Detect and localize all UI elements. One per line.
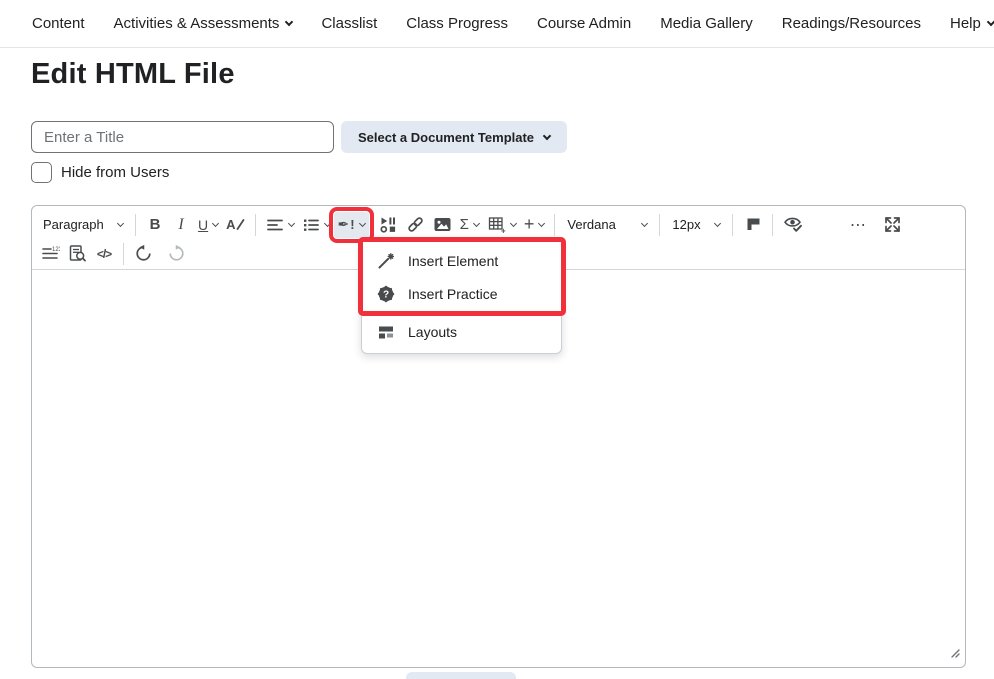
font-color-button[interactable]: A (222, 212, 248, 238)
chevron-down-icon (359, 220, 366, 227)
toolbar-divider (255, 214, 256, 236)
font-color-icon: A (226, 217, 235, 232)
insert-image-button[interactable] (429, 212, 456, 238)
insert-stuff-icon (379, 215, 398, 234)
bullet-list-icon (302, 216, 320, 234)
nav-media-gallery[interactable]: Media Gallery (660, 15, 753, 32)
image-icon (433, 215, 452, 234)
toolbar-divider (123, 243, 124, 265)
select-document-template-button[interactable]: Select a Document Template (341, 121, 567, 153)
menu-item-insert-element[interactable]: Insert Element (362, 244, 561, 277)
chevron-down-icon (212, 220, 219, 227)
insert-stuff-button[interactable] (375, 212, 402, 238)
chevron-down-icon (323, 220, 330, 227)
toolbar-divider (554, 214, 555, 236)
menu-item-layouts[interactable]: Layouts (362, 315, 561, 348)
undo-icon (134, 244, 153, 263)
toolbar-divider (659, 214, 660, 236)
html-editor: Paragraph B I U A (31, 205, 966, 668)
font-family-select[interactable]: Verdana (561, 212, 653, 238)
hide-from-users-row: Hide from Users (31, 162, 169, 183)
title-input[interactable] (31, 121, 334, 153)
word-count-icon: 123 (41, 244, 60, 263)
source-code-button[interactable]: </> (91, 241, 117, 267)
pencil-slash-icon (236, 218, 245, 231)
nav-help[interactable]: Help (950, 15, 994, 32)
toolbar-divider (732, 214, 733, 236)
hide-from-users-label: Hide from Users (61, 164, 169, 181)
redo-icon (167, 244, 186, 263)
bold-button[interactable]: B (142, 212, 168, 238)
pen-exclaim-icon: ✒! (338, 216, 355, 233)
svg-text:123: 123 (52, 247, 60, 253)
word-count-button[interactable]: 123 (37, 241, 64, 267)
nav-classlist[interactable]: Classlist (321, 15, 377, 32)
chevron-down-icon (538, 220, 545, 227)
nav-activities-assessments[interactable]: Activities & Assessments (114, 15, 293, 32)
menu-item-insert-practice[interactable]: ? Insert Practice (362, 277, 561, 310)
table-icon: + (487, 215, 506, 234)
save-button-partial[interactable] (406, 672, 516, 679)
format-painter-button[interactable] (739, 212, 766, 238)
font-size-select[interactable]: 12px (666, 212, 726, 238)
toolbar-divider (772, 214, 773, 236)
fullscreen-button[interactable] (879, 212, 906, 238)
preview-button[interactable] (64, 241, 91, 267)
italic-button[interactable]: I (168, 212, 194, 238)
redo-button[interactable] (163, 241, 190, 267)
hide-from-users-checkbox[interactable] (31, 162, 52, 183)
nav-readings-resources[interactable]: Readings/Resources (782, 15, 921, 32)
svg-text:+: + (501, 227, 506, 235)
undo-button[interactable] (130, 241, 157, 267)
document-search-icon (68, 244, 87, 263)
page-title: Edit HTML File (31, 58, 235, 91)
fullscreen-expand-icon (883, 215, 902, 234)
chevron-down-icon (510, 220, 517, 227)
underline-button[interactable]: U (194, 212, 222, 238)
course-navbar: Content Activities & Assessments Classli… (0, 0, 994, 48)
more-actions-button[interactable]: ⋯ (845, 212, 871, 238)
insert-options-button[interactable]: ✒! (334, 212, 369, 238)
accessibility-check-icon (783, 215, 803, 234)
format-painter-icon (743, 215, 762, 234)
magic-wand-icon (377, 252, 395, 270)
chevron-down-icon (473, 220, 480, 227)
chevron-down-icon (287, 220, 294, 227)
toolbar-divider (135, 214, 136, 236)
svg-text:?: ? (383, 289, 389, 300)
insert-options-menu: Insert Element ? Insert Practice (361, 238, 562, 354)
link-icon (406, 215, 425, 234)
menu-separator (362, 312, 561, 313)
insert-equation-button[interactable]: Σ (456, 212, 483, 238)
list-button[interactable] (298, 212, 334, 238)
chevron-down-icon (543, 131, 551, 139)
alignment-button[interactable] (262, 212, 298, 238)
nav-course-admin[interactable]: Course Admin (537, 15, 631, 32)
nav-content[interactable]: Content (32, 15, 85, 32)
chevron-down-icon (117, 220, 124, 227)
editor-resize-handle[interactable] (949, 646, 961, 664)
chevron-down-icon (285, 17, 293, 25)
insert-table-button[interactable]: + (483, 212, 520, 238)
accessibility-checker-button[interactable] (779, 212, 807, 238)
edit-html-file-page: Content Activities & Assessments Classli… (0, 0, 994, 679)
insert-link-button[interactable] (402, 212, 429, 238)
insert-more-elements-button[interactable]: + (520, 212, 549, 238)
chevron-down-icon (987, 17, 994, 25)
practice-badge-icon: ? (377, 285, 395, 303)
toolbar-row-1: Paragraph B I U A (37, 209, 960, 240)
align-left-icon (266, 216, 284, 234)
chevron-down-icon (714, 220, 721, 227)
layouts-icon (377, 323, 395, 341)
nav-class-progress[interactable]: Class Progress (406, 15, 508, 32)
resize-grip-icon (949, 647, 961, 659)
paragraph-format-select[interactable]: Paragraph (37, 212, 129, 238)
chevron-down-icon (641, 220, 648, 227)
